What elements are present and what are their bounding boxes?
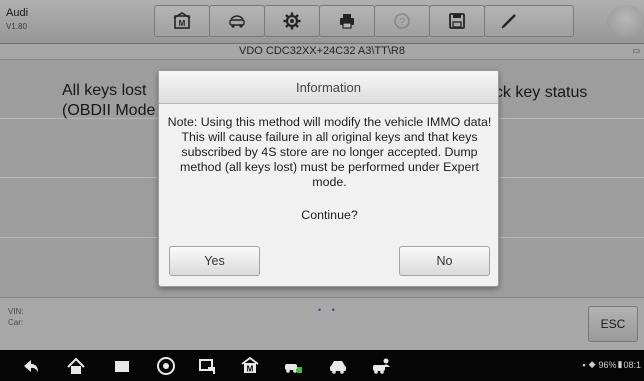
dialog-question: Continue?	[301, 208, 358, 222]
dialog-title: Information	[159, 71, 498, 104]
message-icon: ▪	[582, 359, 586, 370]
recent-apps-icon[interactable]	[112, 356, 132, 376]
dialog-message: Note: Using this method will modify the …	[167, 115, 492, 189]
car-icon[interactable]	[328, 356, 348, 376]
no-button[interactable]: No	[399, 246, 490, 276]
home-nav-icon[interactable]	[66, 356, 86, 376]
back-icon[interactable]	[21, 356, 41, 376]
svg-text:M: M	[247, 365, 254, 374]
clock: 08:1	[623, 359, 641, 370]
android-navigation-bar: M ▪ ◆ 96% ▮ 08:1	[0, 350, 644, 381]
battery-level: 96%	[598, 359, 617, 370]
wifi-icon: ◆	[588, 359, 596, 369]
screen-capture-icon[interactable]	[197, 356, 217, 376]
remote-expert-icon[interactable]	[371, 356, 391, 376]
battery-icon: ▮	[617, 359, 623, 369]
maxisys-home-icon[interactable]: M	[240, 356, 260, 376]
status-bar: ▪ ◆ 96% ▮ 08:1	[582, 359, 641, 370]
browser-icon[interactable]	[156, 356, 176, 376]
information-dialog: Information Note: Using this method will…	[158, 70, 499, 287]
yes-button[interactable]: Yes	[169, 246, 260, 276]
vehicle-diagnostics-icon[interactable]	[283, 356, 303, 376]
